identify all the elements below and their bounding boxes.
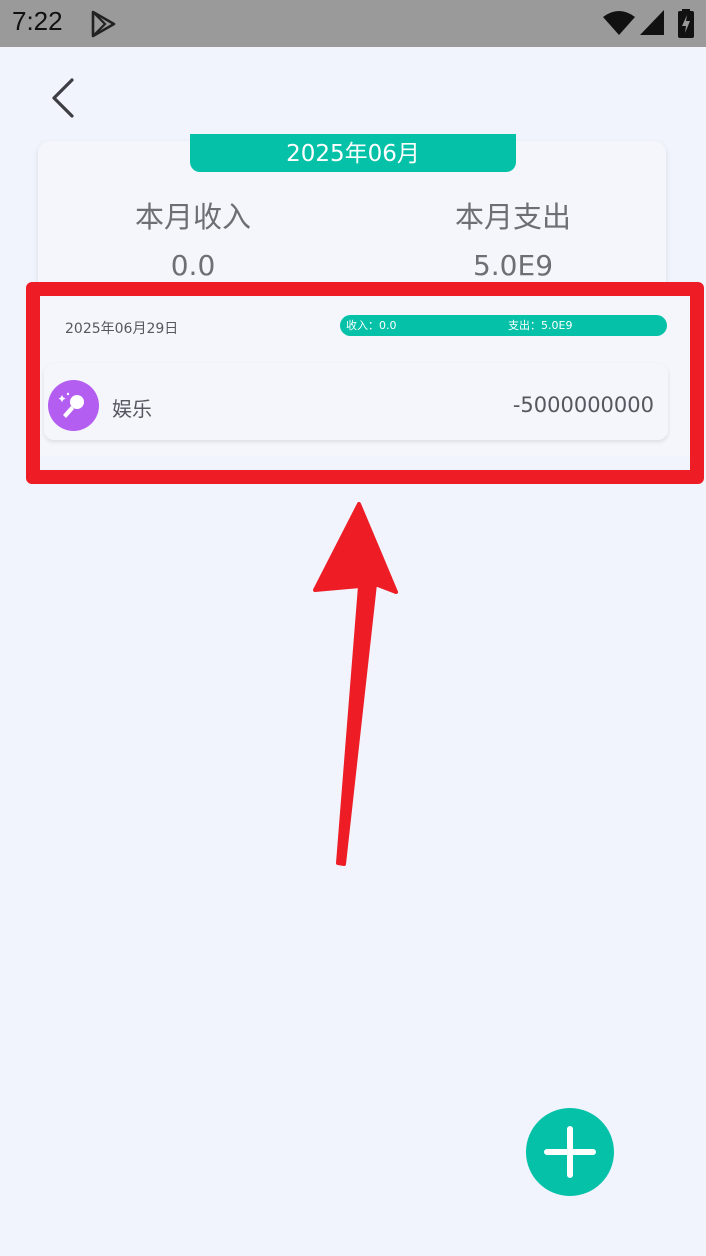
add-record-button[interactable]	[526, 1108, 614, 1196]
status-bar: 7:22	[0, 0, 706, 47]
chevron-left-icon	[52, 78, 74, 118]
expense-label: 本月支出	[454, 200, 571, 234]
category-icon-badge	[48, 380, 99, 431]
play-store-icon	[91, 10, 116, 38]
battery-charging-icon	[678, 9, 694, 38]
income-label: 本月收入	[134, 200, 251, 234]
income-value: 0.0	[170, 249, 216, 282]
day-summary-pill: 收入：0.0 支出：5.0E9	[340, 315, 667, 336]
transaction-amount: -5000000000	[512, 393, 654, 417]
expense-value: 5.0E9	[472, 249, 554, 282]
status-time: 7:22	[12, 6, 63, 36]
annotation-arrow-icon	[313, 502, 398, 866]
microphone-icon	[59, 392, 84, 418]
back-button[interactable]	[40, 72, 88, 124]
transaction-category: 娱乐	[112, 397, 152, 421]
month-selector[interactable]: 2025年06月	[190, 134, 516, 172]
transaction-row[interactable]: 娱乐 -5000000000	[44, 363, 668, 440]
signal-icon	[640, 10, 664, 35]
wifi-icon	[603, 11, 635, 35]
day-expense: 支出：5.0E9	[508, 319, 573, 332]
plus-icon	[544, 1126, 596, 1178]
day-income: 收入：0.0	[346, 319, 397, 332]
day-date: 2025年06月29日	[65, 321, 179, 337]
